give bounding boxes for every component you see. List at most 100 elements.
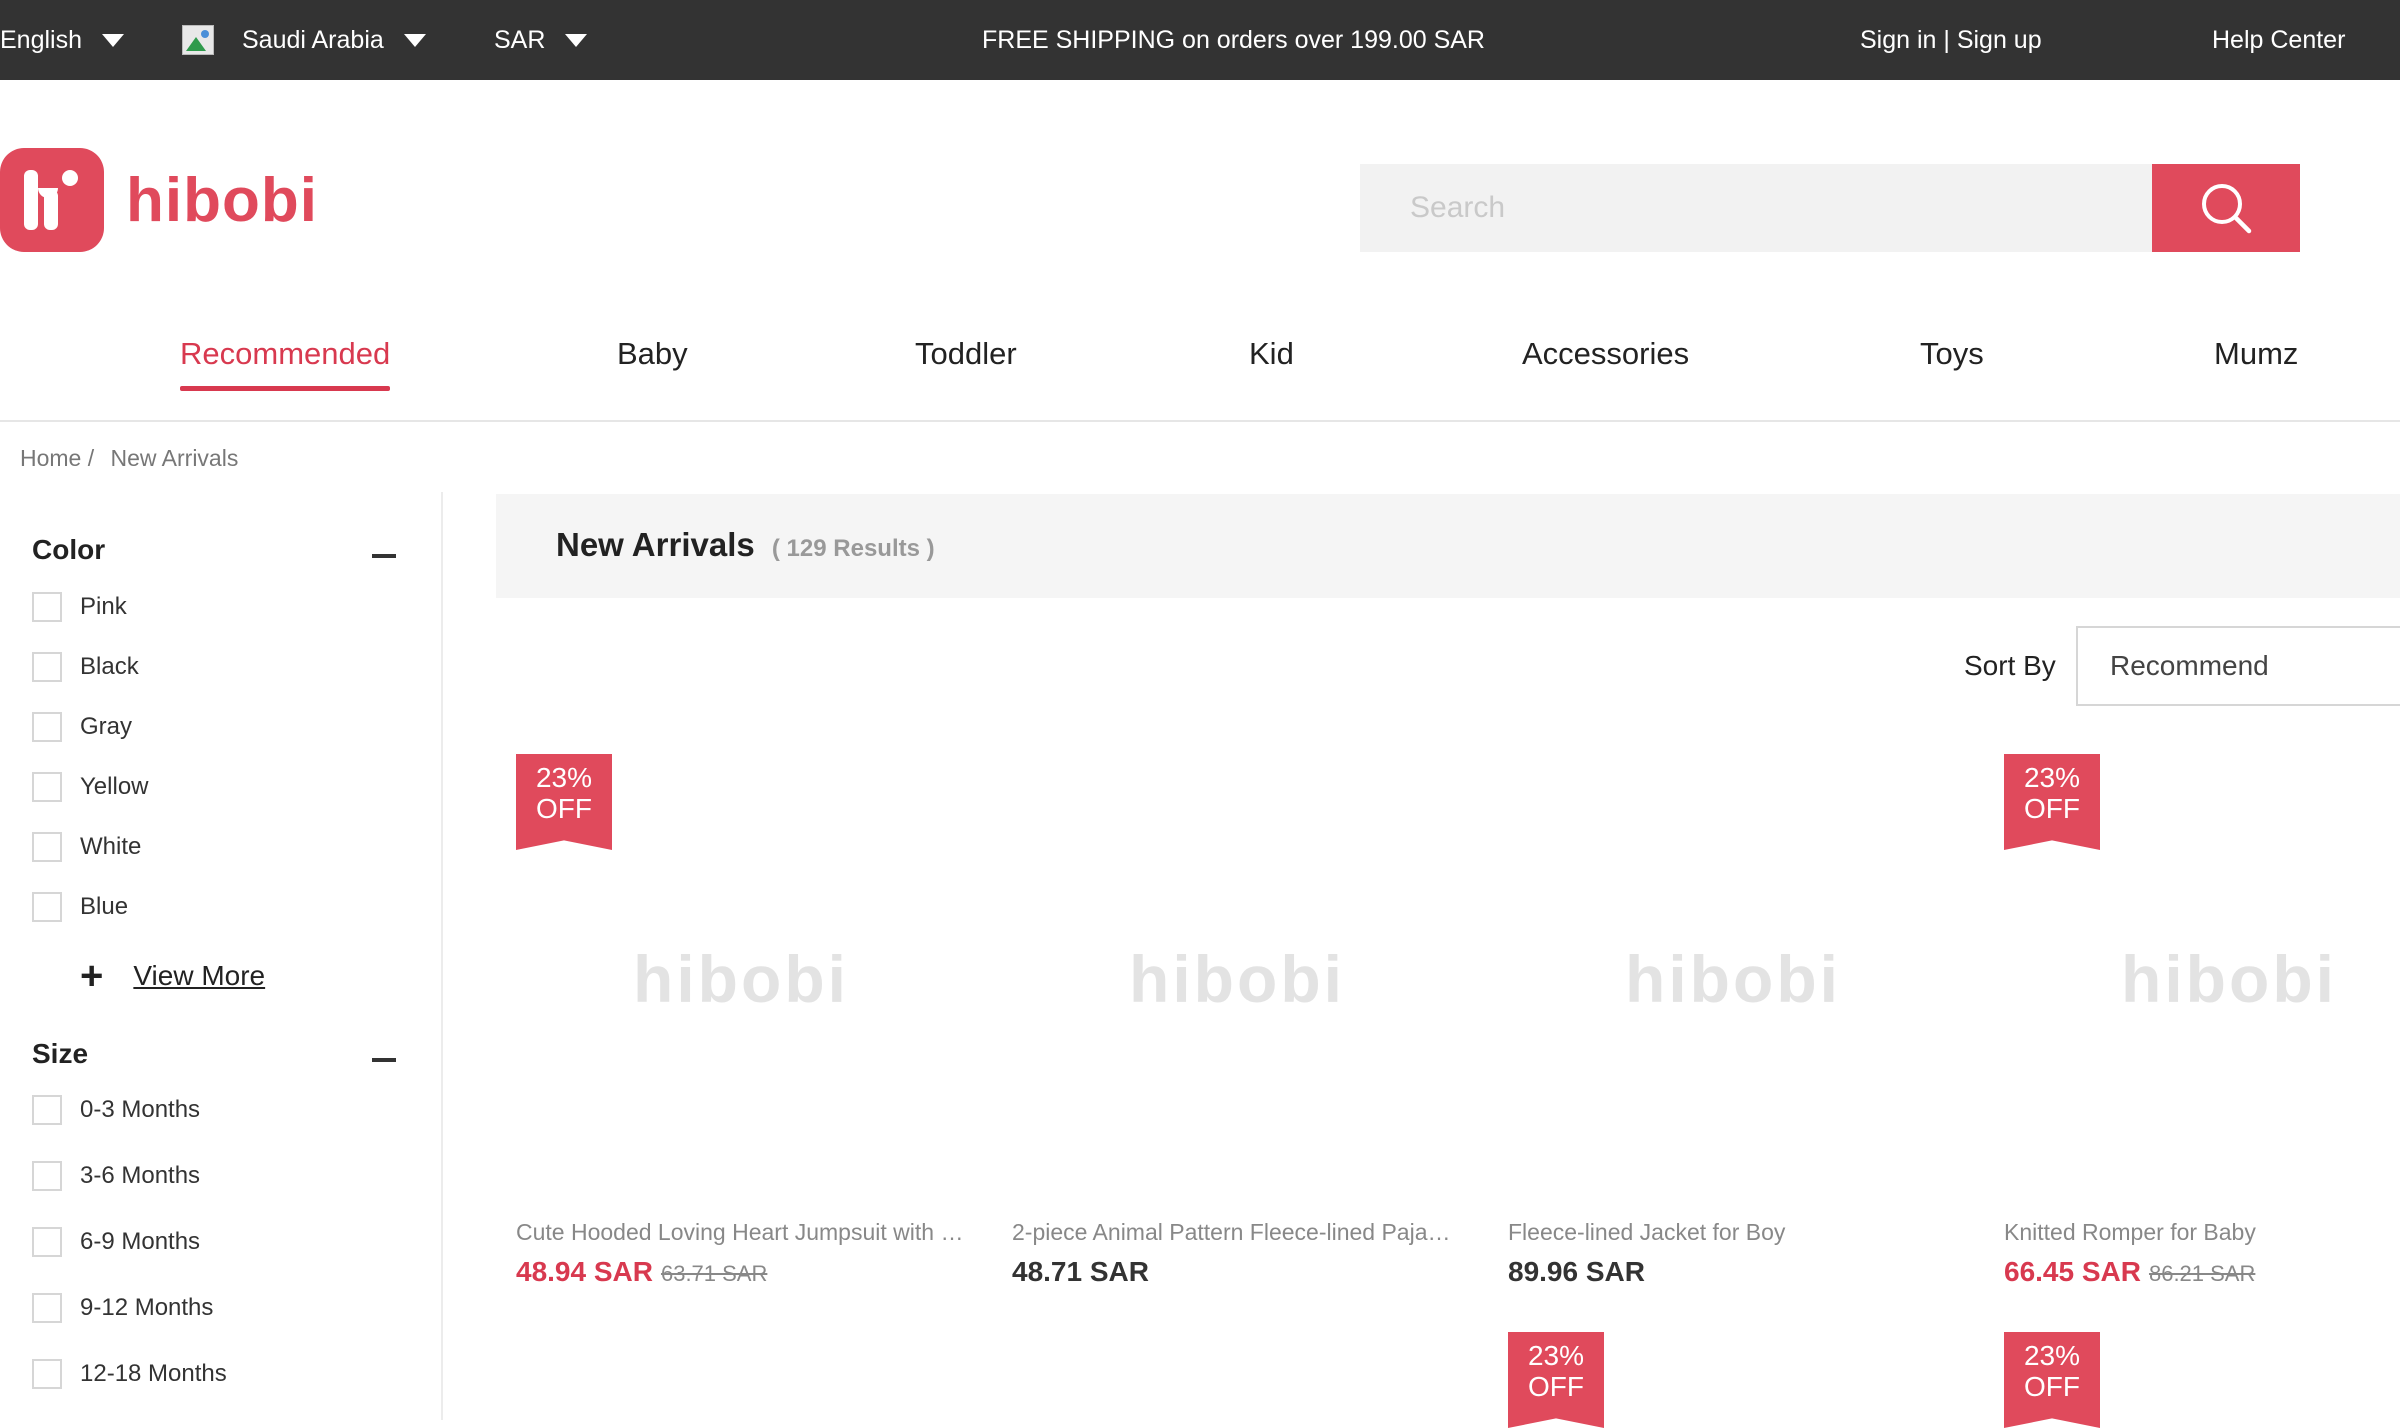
product-name[interactable]: Cute Hooded Loving Heart Jumpsuit with P… <box>516 1219 966 1246</box>
breadcrumb: Home / New Arrivals <box>20 445 238 472</box>
checkbox[interactable] <box>32 1161 62 1191</box>
filter-color-black[interactable]: Black <box>32 652 139 682</box>
current-price: 48.71 SAR <box>1012 1256 1149 1287</box>
logo-text: hibobi <box>126 165 318 235</box>
help-center-link[interactable]: Help Center <box>2212 0 2345 80</box>
tab-toddler[interactable]: Toddler <box>915 336 1017 372</box>
watermark: hibobi <box>1625 942 1841 1016</box>
checkbox[interactable] <box>32 1095 62 1125</box>
filter-label: Pink <box>80 593 127 620</box>
filter-size-12-18[interactable]: 12-18 Months <box>32 1359 227 1389</box>
filter-color-yellow[interactable]: Yellow <box>32 772 149 802</box>
tab-kid[interactable]: Kid <box>1249 336 1294 372</box>
checkbox[interactable] <box>32 1293 62 1323</box>
language-selector[interactable]: English <box>0 0 124 80</box>
filter-color-pink[interactable]: Pink <box>32 592 127 622</box>
discount-badge: 23% OFF <box>2004 1332 2100 1428</box>
product-price: 48.71 SAR <box>1012 1256 1149 1288</box>
filter-size-3-6[interactable]: 3-6 Months <box>32 1161 200 1191</box>
collapse-icon[interactable] <box>372 1058 396 1062</box>
breadcrumb-current: New Arrivals <box>110 445 239 471</box>
product-name[interactable]: 2-piece Animal Pattern Fleece-lined Paja… <box>1012 1219 1462 1246</box>
current-price: 89.96 SAR <box>1508 1256 1645 1287</box>
checkbox[interactable] <box>32 652 62 682</box>
results-header: New Arrivals ( 129 Results ) <box>496 494 2400 598</box>
discount-badge: 23% OFF <box>1508 1332 1604 1428</box>
filter-label: White <box>80 833 142 860</box>
plus-icon: + <box>80 954 104 998</box>
product-price: 89.96 SAR <box>1508 1256 1645 1288</box>
tab-mumz[interactable]: Mumz <box>2214 336 2298 372</box>
checkbox[interactable] <box>32 1227 62 1257</box>
filter-sidebar: Color Pink Black Gray Yellow White Blue … <box>0 492 443 1420</box>
filter-color-gray[interactable]: Gray <box>32 712 132 742</box>
filter-color-white[interactable]: White <box>32 832 141 862</box>
tab-accessories[interactable]: Accessories <box>1522 336 1689 372</box>
filter-label: 3-6 Months <box>80 1162 201 1189</box>
original-price: 86.21 SAR <box>2148 1261 2256 1286</box>
category-nav: Recommended Baby Toddler Kid Accessories… <box>0 322 2400 422</box>
country-selector[interactable]: Saudi Arabia <box>182 0 426 80</box>
checkbox[interactable] <box>32 592 62 622</box>
discount-badge: 23% OFF <box>516 754 612 850</box>
filter-size-6-9[interactable]: 6-9 Months <box>32 1227 200 1257</box>
sort-label: Sort By <box>1964 650 2056 681</box>
product-image[interactable]: hibobi <box>1508 754 1958 1204</box>
filter-label: 9-12 Months <box>80 1294 214 1321</box>
product-image[interactable]: hibobi <box>1012 754 1462 1204</box>
filter-color-blue[interactable]: Blue <box>32 892 128 922</box>
filter-label: 6-9 Months <box>80 1228 201 1255</box>
filter-label: Black <box>80 653 139 680</box>
flag-icon <box>182 25 214 55</box>
search-input[interactable] <box>1360 164 2152 252</box>
filter-size-0-3[interactable]: 0-3 Months <box>32 1095 200 1125</box>
current-price: 66.45 SAR <box>2004 1256 2141 1287</box>
filter-label: Blue <box>80 893 129 920</box>
view-more-label: View More <box>133 960 266 991</box>
watermark: hibobi <box>2121 942 2337 1016</box>
logo[interactable]: hibobi <box>0 148 318 252</box>
product-price: 66.45 SAR 86.21 SAR <box>2004 1256 2255 1288</box>
size-filter-title: Size <box>32 1038 89 1069</box>
chevron-down-icon <box>102 33 124 47</box>
shipping-notice: FREE SHIPPING on orders over 199.00 SAR <box>982 25 1485 54</box>
checkbox[interactable] <box>32 892 62 922</box>
view-more-button[interactable]: + View More <box>80 956 265 996</box>
checkbox[interactable] <box>32 832 62 862</box>
chevron-down-icon <box>565 33 588 47</box>
tab-baby[interactable]: Baby <box>617 336 688 372</box>
checkbox[interactable] <box>32 772 62 802</box>
page-title: New Arrivals <box>556 526 755 563</box>
sort-selected-value: Recommend <box>2110 650 2269 681</box>
logo-mark-icon <box>0 148 104 252</box>
language-label: English <box>0 25 82 54</box>
results-title: New Arrivals ( 129 Results ) <box>556 526 935 564</box>
product-name[interactable]: Fleece-lined Jacket for Boy <box>1508 1219 1958 1246</box>
watermark: hibobi <box>1129 942 1345 1016</box>
checkbox[interactable] <box>32 712 62 742</box>
watermark: hibobi <box>633 942 849 1016</box>
color-filter-title: Color <box>32 534 106 565</box>
sign-in-link[interactable]: Sign in | Sign up <box>1860 0 2042 80</box>
search-button[interactable] <box>2152 164 2300 252</box>
filter-label: 12-18 Months <box>80 1360 227 1387</box>
currency-selector[interactable]: SAR <box>494 0 588 80</box>
country-label: Saudi Arabia <box>242 25 384 54</box>
sort-select[interactable]: Recommend <box>2076 626 2400 706</box>
current-price: 48.94 SAR <box>516 1256 653 1287</box>
product-price: 48.94 SAR 63.71 SAR <box>516 1256 767 1288</box>
checkbox[interactable] <box>32 1359 62 1389</box>
filter-label: Yellow <box>80 773 149 800</box>
chevron-down-icon <box>403 33 426 47</box>
filter-size-9-12[interactable]: 9-12 Months <box>32 1293 213 1323</box>
filter-label: 0-3 Months <box>80 1096 201 1123</box>
product-name[interactable]: Knitted Romper for Baby <box>2004 1219 2400 1246</box>
search-icon <box>2202 184 2252 234</box>
tab-toys[interactable]: Toys <box>1920 336 1984 372</box>
top-bar: English Saudi Arabia SAR FREE SHIPPING o… <box>0 0 2400 80</box>
tab-recommended[interactable]: Recommended <box>180 336 391 391</box>
original-price: 63.71 SAR <box>660 1261 768 1286</box>
collapse-icon[interactable] <box>372 554 396 558</box>
breadcrumb-home[interactable]: Home / <box>20 445 94 471</box>
results-count: ( 129 Results ) <box>771 535 935 562</box>
